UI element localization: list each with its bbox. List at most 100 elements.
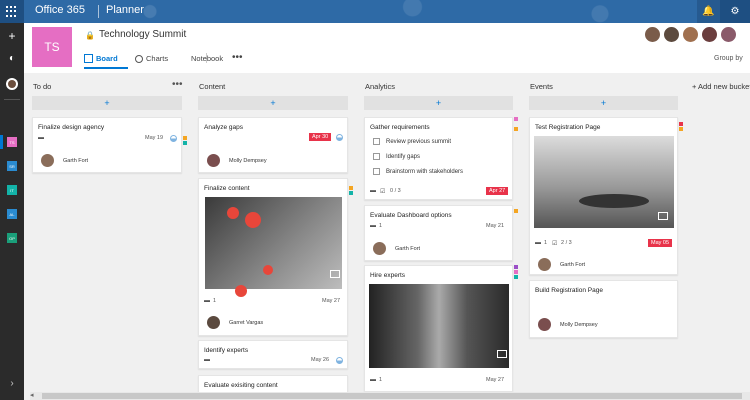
comment-icon: ▬ bbox=[38, 135, 44, 141]
tab-notebook-label: Notebook bbox=[191, 54, 224, 63]
progress-half-icon[interactable] bbox=[336, 357, 343, 364]
due-date: May 21 bbox=[486, 223, 505, 229]
bucket-title-events[interactable]: Events bbox=[530, 82, 553, 91]
member-avatar[interactable] bbox=[701, 26, 718, 43]
app-name[interactable]: Planner bbox=[106, 4, 144, 16]
task-cover-image bbox=[534, 136, 674, 228]
active-plan-indicator bbox=[0, 135, 3, 149]
rail-plan-op[interactable]: OP bbox=[7, 233, 17, 243]
checklist-icon: ☑ bbox=[380, 189, 386, 195]
task-cover-image bbox=[369, 284, 509, 368]
comment-icon: ▬ bbox=[370, 188, 376, 194]
assignee-avatar[interactable] bbox=[538, 258, 551, 271]
assignee-avatar[interactable] bbox=[538, 318, 551, 331]
label-red-icon bbox=[679, 122, 683, 126]
checklist-progress: 2 / 3 bbox=[561, 240, 572, 246]
checklist-item[interactable]: Review previous summit bbox=[373, 138, 451, 145]
add-new-bucket-button[interactable]: + Add new bucket bbox=[692, 82, 750, 91]
assignee-avatar[interactable] bbox=[207, 154, 220, 167]
checkbox[interactable] bbox=[373, 138, 380, 145]
camera-icon[interactable] bbox=[330, 270, 340, 278]
rail-plan-it[interactable]: IT bbox=[7, 185, 17, 195]
task-cover-image bbox=[205, 197, 342, 297]
plan-more-icon[interactable]: ••• bbox=[232, 52, 243, 63]
task-card[interactable]: Gather requirements Review previous summ… bbox=[364, 117, 513, 200]
overdue-due-badge: Apr 30 bbox=[309, 133, 332, 141]
member-avatar[interactable] bbox=[644, 26, 661, 43]
notifications-bell-icon[interactable]: 🔔 bbox=[697, 0, 720, 23]
assignee-avatar[interactable] bbox=[373, 242, 386, 255]
bucket-more-icon[interactable]: ••• bbox=[172, 79, 183, 90]
group-by-menu[interactable]: Group by bbox=[714, 55, 743, 62]
left-rail: + ◐ TS SR IT AL OP › bbox=[0, 23, 24, 400]
task-card[interactable]: Hire experts ▬ 1 May 27 bbox=[364, 265, 513, 392]
tab-notebook[interactable]: Notebook bbox=[191, 54, 223, 63]
member-avatar[interactable] bbox=[663, 26, 680, 43]
label-teal-icon bbox=[514, 275, 518, 279]
assignee-avatar[interactable] bbox=[207, 316, 220, 329]
overdue-due-badge: May 05 bbox=[648, 239, 673, 247]
checklist-item[interactable]: Identify gaps bbox=[373, 153, 420, 160]
assignee-name: Garth Fort bbox=[395, 246, 421, 252]
camera-icon[interactable] bbox=[497, 350, 507, 358]
task-card[interactable]: Identify experts ▬ May 26 bbox=[198, 340, 348, 369]
checklist-icon: ☑ bbox=[552, 241, 558, 247]
plan-tile: TS bbox=[32, 27, 72, 67]
add-task-button-analytics[interactable]: + bbox=[364, 96, 513, 110]
member-avatar[interactable] bbox=[682, 26, 699, 43]
camera-icon[interactable] bbox=[658, 212, 668, 220]
attachment-count: 1 bbox=[379, 223, 383, 229]
bucket-title-analytics[interactable]: Analytics bbox=[365, 82, 395, 91]
task-card[interactable]: Finalize design agency ▬ May 19 Garth Fo… bbox=[32, 117, 182, 173]
add-task-button-todo[interactable]: + bbox=[32, 96, 182, 110]
settings-gear-icon[interactable]: ⚙ bbox=[720, 0, 750, 23]
member-avatar[interactable] bbox=[720, 26, 737, 43]
task-title: Analyze gaps bbox=[204, 124, 244, 131]
task-title: Finalize design agency bbox=[38, 124, 105, 131]
assignee-name: Garret Vargas bbox=[229, 320, 264, 326]
label-teal-icon bbox=[183, 141, 187, 145]
scroll-left-arrow-icon[interactable]: ◂ bbox=[30, 391, 34, 399]
suite-header: Office 365 Planner 🔔 ⚙ bbox=[0, 0, 750, 23]
rail-plan-ts[interactable]: TS bbox=[7, 137, 17, 147]
app-launcher-icon[interactable] bbox=[0, 0, 24, 23]
overdue-due-badge: Apr 27 bbox=[486, 187, 509, 195]
expand-rail-chevron-icon[interactable]: › bbox=[6, 378, 18, 390]
attachment-count: 1 bbox=[544, 240, 548, 246]
progress-half-icon[interactable] bbox=[170, 135, 177, 142]
label-orange-icon bbox=[679, 127, 683, 131]
task-card[interactable]: Evaluate Dashboard options ▬ 1 May 21 Ga… bbox=[364, 205, 513, 261]
planner-hub-icon[interactable]: ◐ bbox=[3, 49, 21, 67]
marker-icon bbox=[235, 285, 247, 297]
add-task-button-events[interactable]: + bbox=[529, 96, 678, 110]
checklist-item[interactable]: Brainstorm with stakeholders bbox=[373, 168, 463, 175]
task-card[interactable]: Finalize content ▬ 1 May 27 Garret Varga… bbox=[198, 178, 348, 336]
attachment-count: 1 bbox=[379, 377, 383, 383]
rail-plan-sr[interactable]: SR bbox=[7, 161, 17, 171]
suite-name[interactable]: Office 365 bbox=[35, 4, 85, 16]
checkbox[interactable] bbox=[373, 168, 380, 175]
bucket-title-content[interactable]: Content bbox=[199, 82, 225, 91]
charts-icon bbox=[135, 54, 143, 63]
progress-half-icon[interactable] bbox=[336, 134, 343, 141]
task-card[interactable]: Analyze gaps Apr 30 Molly Dempsey bbox=[198, 117, 348, 173]
task-title: Evaluate exisiting content bbox=[204, 382, 278, 389]
bucket-title-todo[interactable]: To do bbox=[33, 82, 51, 91]
scrollbar-thumb[interactable] bbox=[42, 393, 742, 399]
add-task-button-content[interactable]: + bbox=[198, 96, 348, 110]
checklist-item-label: Brainstorm with stakeholders bbox=[386, 168, 464, 175]
task-card[interactable]: Test Registration Page ▬ 1 ☑ 2 / 3 May 0… bbox=[529, 117, 678, 275]
checklist-item-label: Identify gaps bbox=[386, 153, 421, 160]
horizontal-scrollbar[interactable]: ◂ bbox=[30, 392, 750, 400]
tab-board[interactable]: Board bbox=[84, 54, 118, 63]
comment-icon: ▬ bbox=[204, 298, 210, 304]
task-card[interactable]: Build Registration Page Molly Dempsey bbox=[529, 280, 678, 338]
profile-avatar[interactable] bbox=[3, 75, 21, 93]
tab-charts[interactable]: Charts bbox=[135, 54, 168, 63]
checkbox[interactable] bbox=[373, 153, 380, 160]
new-plan-icon[interactable]: + bbox=[3, 27, 21, 45]
task-title: Evaluate Dashboard options bbox=[370, 212, 452, 219]
assignee-avatar[interactable] bbox=[41, 154, 54, 167]
rail-plan-al[interactable]: AL bbox=[7, 209, 17, 219]
plan-members[interactable] bbox=[644, 26, 737, 43]
